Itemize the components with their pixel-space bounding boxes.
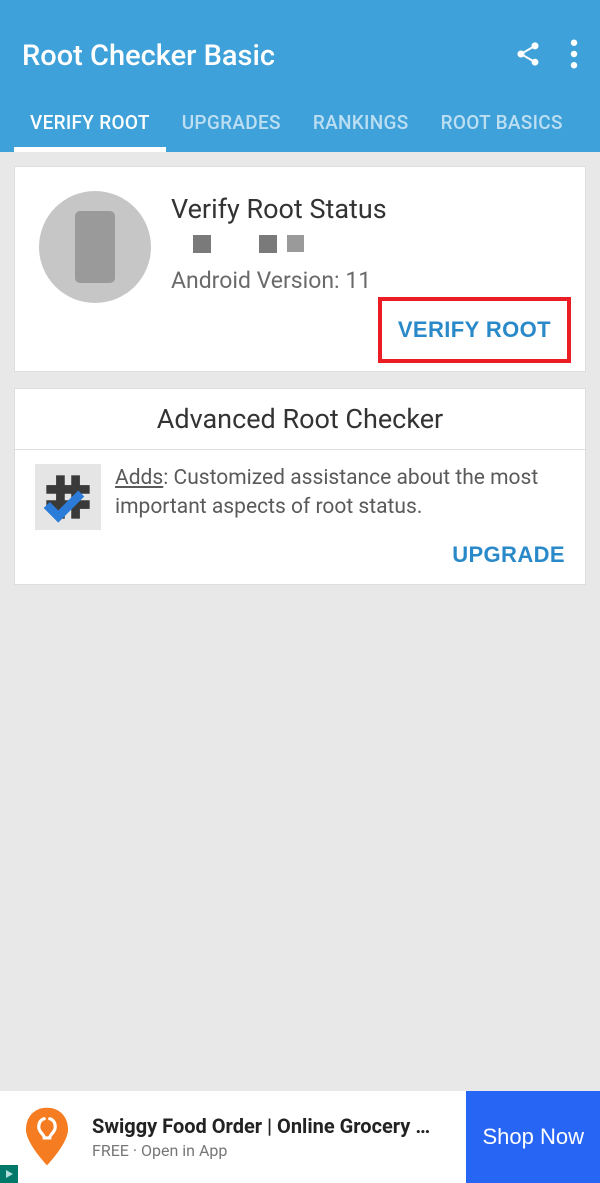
hash-check-icon	[35, 464, 101, 530]
device-avatar-icon	[39, 191, 151, 303]
advanced-description: Adds: Customized assistance about the mo…	[115, 464, 565, 530]
ad-banner[interactable]: Swiggy Food Order | Online Grocery … FRE…	[0, 1091, 600, 1183]
advanced-desc-text: : Customized assistance about the most i…	[115, 466, 538, 519]
adds-label: Adds	[115, 466, 163, 490]
ad-subtitle: FREE · Open in App	[92, 1141, 454, 1160]
tab-upgrades[interactable]: UPGRADES	[166, 111, 297, 152]
loading-indicator	[193, 235, 561, 253]
tabs-bar: VERIFY ROOT UPGRADES RANKINGS ROOT BASIC…	[0, 92, 600, 152]
header-top: Root Checker Basic	[0, 0, 600, 92]
tab-rankings[interactable]: RANKINGS	[297, 111, 425, 152]
app-title: Root Checker Basic	[22, 39, 275, 73]
upgrade-button[interactable]: UPGRADE	[452, 542, 565, 568]
verify-title: Verify Root Status	[171, 193, 561, 225]
ad-indicator-icon	[0, 1165, 18, 1183]
advanced-card-header: Advanced Root Checker	[15, 389, 585, 450]
more-menu-icon[interactable]	[570, 39, 578, 73]
loading-dot	[287, 235, 304, 252]
loading-dot	[193, 235, 211, 253]
ad-title: Swiggy Food Order | Online Grocery …	[92, 1114, 454, 1138]
ad-logo-icon	[14, 1104, 80, 1170]
app-header: Root Checker Basic VERIFY ROOT UPGRADES …	[0, 0, 600, 152]
tab-root-basics[interactable]: ROOT BASICS	[425, 111, 579, 152]
verify-root-card: Verify Root Status Android Version: 11 V…	[14, 166, 586, 372]
ad-text: Swiggy Food Order | Online Grocery … FRE…	[80, 1114, 466, 1160]
header-actions	[514, 39, 578, 73]
advanced-card-body: Adds: Customized assistance about the mo…	[15, 450, 585, 534]
content-area: Verify Root Status Android Version: 11 V…	[0, 152, 600, 615]
advanced-title: Advanced Root Checker	[25, 403, 575, 435]
phone-icon	[75, 211, 115, 283]
verify-root-button[interactable]: VERIFY ROOT	[384, 307, 565, 353]
tab-verify-root[interactable]: VERIFY ROOT	[14, 111, 166, 152]
loading-dot	[259, 235, 277, 253]
verify-info: Verify Root Status Android Version: 11	[171, 191, 561, 303]
upgrade-button-row: UPGRADE	[15, 534, 585, 584]
ad-shop-now-button[interactable]: Shop Now	[466, 1091, 600, 1183]
share-icon[interactable]	[514, 40, 542, 72]
android-version-label: Android Version: 11	[171, 267, 561, 294]
verify-top-row: Verify Root Status Android Version: 11	[39, 191, 561, 303]
verify-button-highlight: VERIFY ROOT	[378, 297, 571, 363]
advanced-root-card: Advanced Root Checker Adds: Customized a…	[14, 388, 586, 585]
